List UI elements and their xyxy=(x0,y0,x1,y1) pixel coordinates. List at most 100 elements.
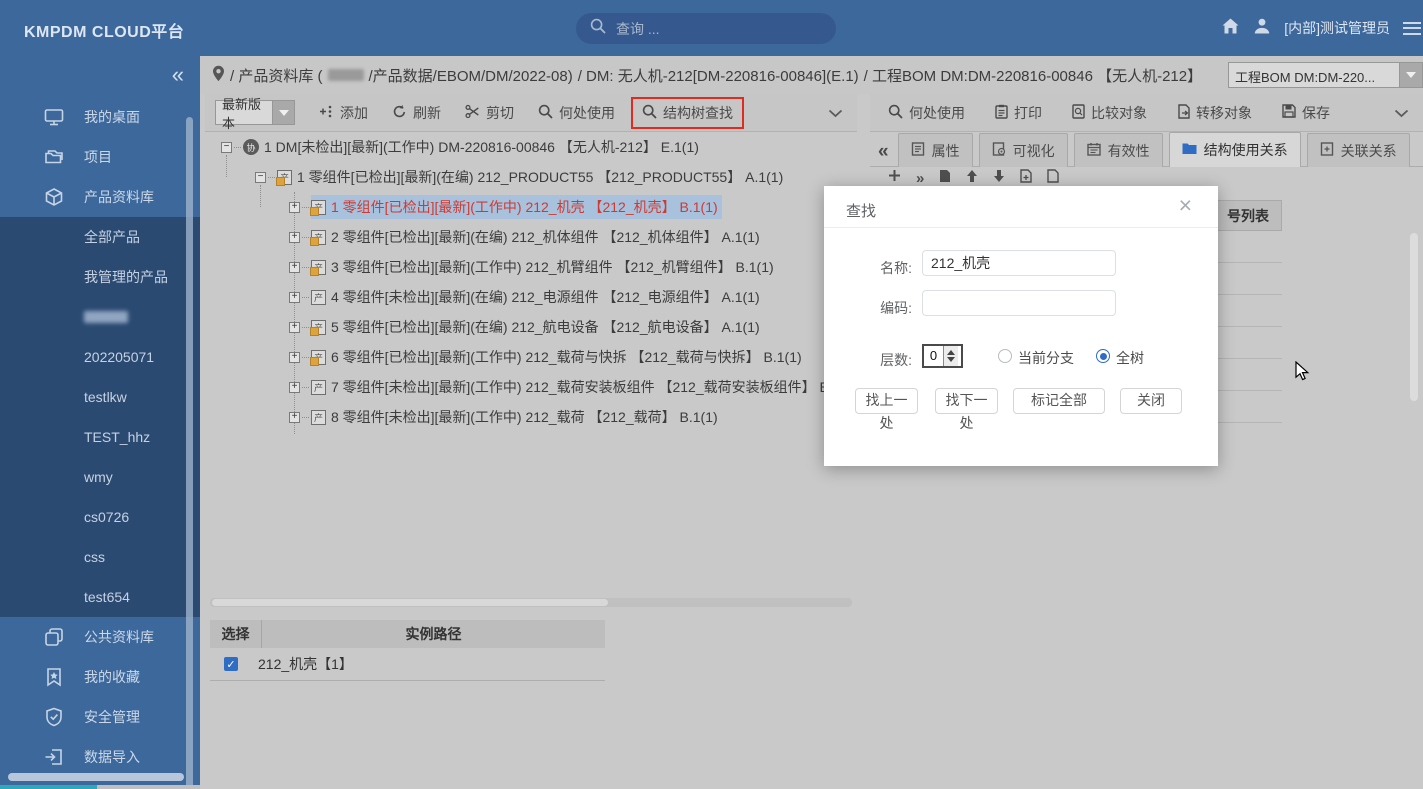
sidebar-subitem-my-managed-products[interactable]: 我管理的产品 xyxy=(0,257,200,297)
expand-node-icon[interactable] xyxy=(289,262,300,273)
step-up-icon[interactable] xyxy=(947,350,955,355)
save-button[interactable]: 保存 xyxy=(1282,103,1330,123)
expand-node-icon[interactable] xyxy=(289,352,300,363)
version-selector[interactable]: 最新版本 xyxy=(215,100,295,125)
tree-node-anzhuangban[interactable]: 7 零组件[未检出][最新](工作中) 212_载荷安装板组件 【212_载荷安… xyxy=(205,372,857,402)
sidebar-item-public-library[interactable]: 公共资料库 xyxy=(0,617,200,657)
chevron-down-icon[interactable] xyxy=(828,105,843,121)
chevron-down-icon[interactable] xyxy=(1394,105,1409,121)
radio-current-branch-label[interactable]: 当前分支 xyxy=(1018,348,1074,368)
close-icon[interactable] xyxy=(1179,194,1192,217)
sidebar-item-my-favorites[interactable]: 我的收藏 xyxy=(0,657,200,697)
expand-node-icon[interactable] xyxy=(289,382,300,393)
search-input[interactable] xyxy=(616,21,796,37)
radio-full-tree-selected[interactable] xyxy=(1096,349,1110,363)
tree-node-dm-root[interactable]: 1 DM[未检出][最新](工作中) DM-220816-00846 【无人机-… xyxy=(205,132,857,162)
tree-node-zaihe-kuaichai[interactable]: 6 零组件[已检出][最新](工作中) 212_载荷与快拆 【212_载荷与快拆… xyxy=(205,342,857,372)
checkbox-checked[interactable] xyxy=(224,657,238,671)
tab-structure-usage[interactable]: 结构使用关系 xyxy=(1169,132,1301,167)
tree-node-dianyuan[interactable]: 4 零组件[未检出][最新](在编) 212_电源组件 【212_电源组件】 A… xyxy=(205,282,857,312)
tabs-scroll-right-icon[interactable] xyxy=(1416,141,1423,167)
sidebar-subitem-test654[interactable]: test654 xyxy=(0,577,200,617)
sidebar-item-security[interactable]: 安全管理 xyxy=(0,697,200,737)
step-down-icon[interactable] xyxy=(947,357,955,362)
where-used-button[interactable]: 何处使用 xyxy=(538,103,615,123)
sidebar-subitem-wmy[interactable]: wmy xyxy=(0,457,200,497)
sidebar-subitem-redacted[interactable] xyxy=(0,297,200,337)
close-button[interactable]: 关闭 xyxy=(1120,388,1182,414)
find-previous-button[interactable]: 找上一处 xyxy=(855,388,918,414)
tree-node-hangdian[interactable]: 5 零组件[已检出][最新](在编) 212_航电设备 【212_航电设备】 A… xyxy=(205,312,857,342)
refresh-button[interactable]: 刷新 xyxy=(392,103,441,123)
tab-effectivity[interactable]: 有效性 xyxy=(1074,133,1163,167)
breadcrumb-part1[interactable]: / 产品资料库 ( xyxy=(230,65,323,86)
global-search[interactable] xyxy=(576,13,836,44)
compare-button[interactable]: 比较对象 xyxy=(1072,103,1147,123)
breadcrumb-part2[interactable]: /产品数据/EBOM/DM/2022-08) xyxy=(369,65,573,86)
breadcrumb-part3[interactable]: / DM: 无人机-212[DM-220816-00846](E.1) xyxy=(578,65,859,86)
breadcrumb-part4[interactable]: / 工程BOM DM:DM-220816-00846 【无人机-212】 xyxy=(864,65,1202,86)
expand-more-icon[interactable] xyxy=(916,170,924,187)
sidebar-item-data-import[interactable]: 数据导入 xyxy=(0,737,200,777)
home-icon[interactable] xyxy=(1221,17,1240,40)
expand-node-icon[interactable] xyxy=(289,322,300,333)
bom-view-selector[interactable]: 工程BOM DM:DM-220... xyxy=(1228,62,1423,88)
add-button[interactable]: 添加 xyxy=(319,103,368,123)
user-icon[interactable] xyxy=(1253,17,1271,40)
detail-vertical-scrollbar[interactable] xyxy=(1410,233,1418,401)
tree-search-button[interactable]: 结构树查找 xyxy=(631,97,744,129)
tree-node-jibi[interactable]: 3 零组件[已检出][最新](工作中) 212_机臂组件 【212_机臂组件】 … xyxy=(205,252,857,282)
plus-icon[interactable] xyxy=(888,169,901,187)
sidebar-item-projects[interactable]: 项目 xyxy=(0,137,200,177)
tree-horizontal-scrollbar[interactable] xyxy=(210,598,852,607)
name-input[interactable] xyxy=(922,250,1116,276)
arrow-up-icon[interactable] xyxy=(966,169,978,188)
radio-current-branch[interactable] xyxy=(998,349,1012,363)
current-user[interactable]: [内部]测试管理员 xyxy=(1284,18,1390,38)
level-stepper[interactable]: 0 xyxy=(922,344,963,368)
sidebar-subitem-202205071[interactable]: 202205071 xyxy=(0,337,200,377)
collapse-sidebar-icon[interactable] xyxy=(172,64,184,86)
document-icon[interactable] xyxy=(1047,169,1059,188)
sidebar-item-product-library[interactable]: 产品资料库 xyxy=(0,177,200,217)
cut-button[interactable]: 剪切 xyxy=(465,103,514,123)
tree-node-jike-selected[interactable]: 1 零组件[已检出][最新](工作中) 212_机壳 【212_机壳】 B.1(… xyxy=(205,192,857,222)
transfer-button[interactable]: 转移对象 xyxy=(1177,103,1252,123)
dropdown-arrow-icon[interactable] xyxy=(1400,62,1423,88)
tab-properties[interactable]: 属性 xyxy=(898,133,973,167)
expand-node-icon[interactable] xyxy=(289,292,300,303)
expand-node-icon[interactable] xyxy=(289,232,300,243)
sidebar-item-my-desktop[interactable]: 我的桌面 xyxy=(0,97,200,137)
sidebar-subitem-all-products[interactable]: 全部产品 xyxy=(0,217,200,257)
radio-full-tree-label[interactable]: 全树 xyxy=(1116,348,1144,368)
tab-associations[interactable]: 关联关系 xyxy=(1307,133,1410,167)
tab-visualization[interactable]: 可视化 xyxy=(979,133,1068,167)
mark-all-button[interactable]: 标记全部 xyxy=(1013,388,1105,414)
arrow-down-icon[interactable] xyxy=(993,169,1005,188)
sidebar-subitem-test-hhz[interactable]: TEST_hhz xyxy=(0,417,200,457)
tabs-scroll-left-icon[interactable] xyxy=(870,141,898,167)
find-next-button[interactable]: 找下一处 xyxy=(935,388,998,414)
code-input[interactable] xyxy=(922,290,1116,316)
sidebar-subitem-testlkw[interactable]: testlkw xyxy=(0,377,200,417)
expand-node-icon[interactable] xyxy=(289,412,300,423)
document-filled-icon[interactable] xyxy=(939,169,951,188)
table-row[interactable]: 212_机壳【1】 xyxy=(210,648,605,681)
tree-node-zaihe[interactable]: 8 零组件[未检出][最新](工作中) 212_载荷 【212_载荷】 B.1(… xyxy=(205,402,857,432)
dropdown-arrow-icon[interactable] xyxy=(273,100,295,125)
sidebar-vertical-scrollbar[interactable] xyxy=(186,117,193,789)
sidebar-horizontal-scrollbar[interactable] xyxy=(8,773,184,781)
collapse-node-icon[interactable] xyxy=(221,142,232,153)
scrollbar-thumb[interactable] xyxy=(212,599,608,606)
menu-icon[interactable] xyxy=(1403,22,1421,35)
tree-node-jiti[interactable]: 2 零组件[已检出][最新](在编) 212_机体组件 【212_机体组件】 A… xyxy=(205,222,857,252)
stepper-arrows[interactable] xyxy=(943,346,958,366)
expand-node-icon[interactable] xyxy=(289,202,300,213)
tree-node-product55[interactable]: 1 零组件[已检出][最新](在编) 212_PRODUCT55 【212_PR… xyxy=(205,162,857,192)
collapse-node-icon[interactable] xyxy=(255,172,266,183)
where-used-button[interactable]: 何处使用 xyxy=(888,103,965,123)
print-button[interactable]: 打印 xyxy=(995,103,1042,123)
sidebar-subitem-css[interactable]: css xyxy=(0,537,200,577)
document-add-icon[interactable] xyxy=(1020,169,1032,188)
sidebar-subitem-cs0726[interactable]: cs0726 xyxy=(0,497,200,537)
